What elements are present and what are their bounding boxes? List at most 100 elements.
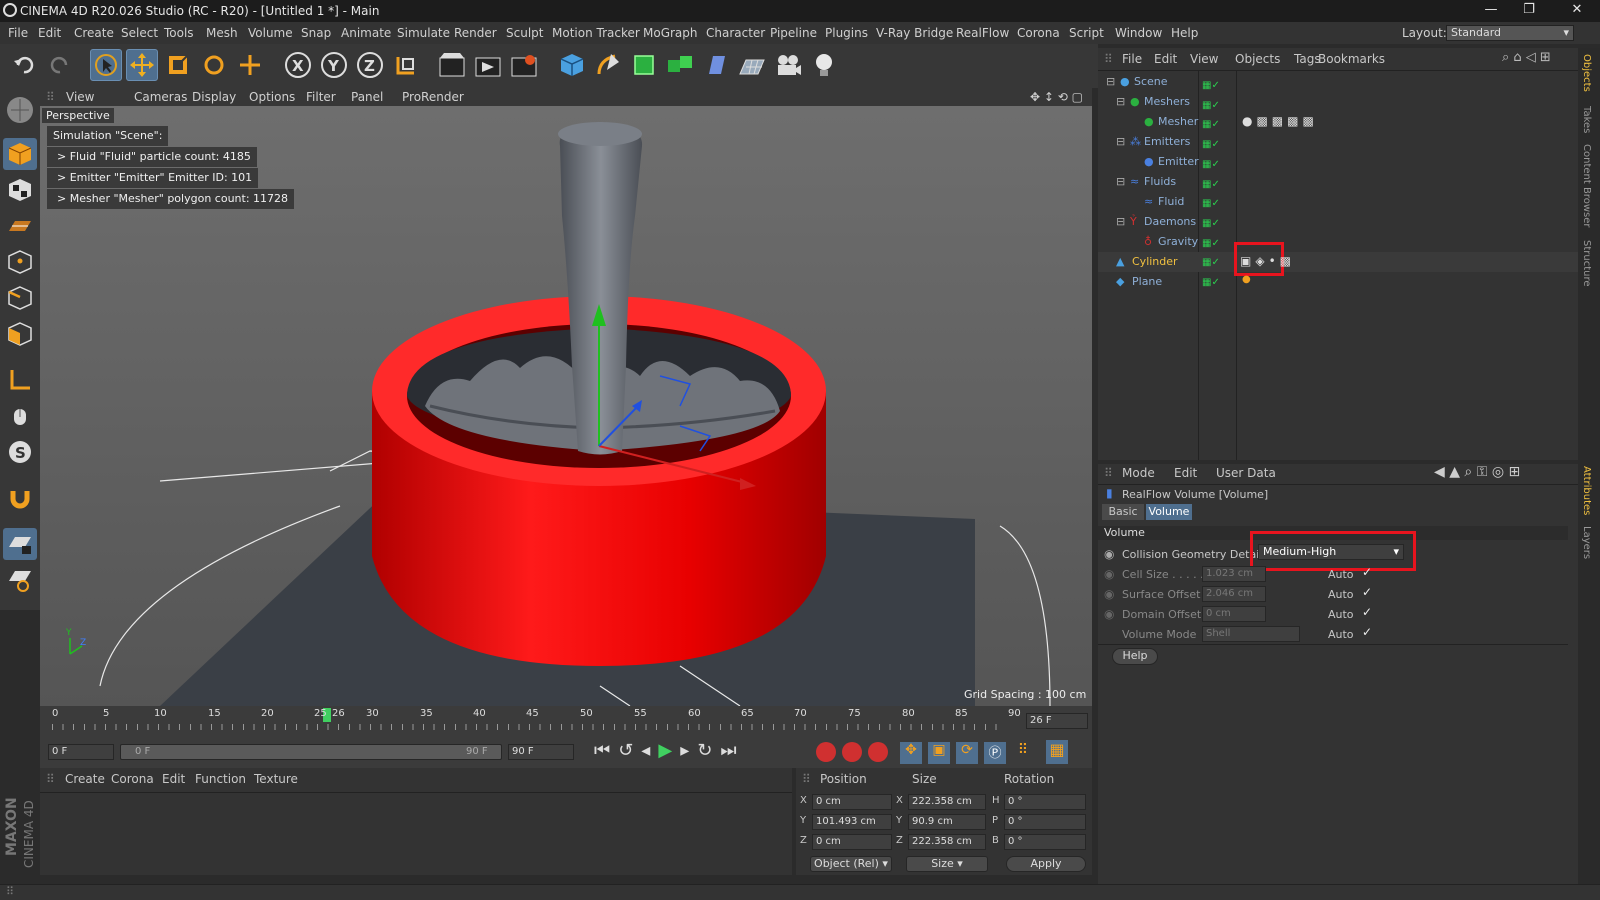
animate-radio-icon[interactable]: ◉ (1104, 567, 1114, 581)
menu-file[interactable]: File (8, 26, 28, 40)
tree-row-gravity[interactable]: ♁ Gravity (1098, 232, 1578, 252)
position-track-icon[interactable]: ✥ (900, 742, 922, 764)
menu-select[interactable]: Select (121, 26, 158, 40)
vtab-takes[interactable]: Takes (1581, 106, 1592, 133)
tree-row-emitters[interactable]: ⊟ ⁂ Emitters (1098, 132, 1578, 152)
solo-icon[interactable]: S (3, 436, 37, 468)
size-z-field[interactable]: 222.358 cm (908, 834, 986, 850)
mat-menu-edit[interactable]: Edit (162, 772, 185, 786)
rotation-track-icon[interactable]: ⟳ (956, 742, 978, 764)
rotate-icon[interactable] (198, 49, 230, 81)
mat-menu-create[interactable]: Create (65, 772, 105, 786)
cloner-icon[interactable] (664, 49, 696, 81)
menu-pipeline[interactable]: Pipeline (770, 26, 817, 40)
vp-menu-prorender[interactable]: ProRender (402, 90, 464, 104)
make-editable-icon[interactable] (3, 94, 37, 126)
menu-window[interactable]: Window (1115, 26, 1162, 40)
menu-motion-tracker[interactable]: Motion Tracker (552, 26, 640, 40)
tab-volume[interactable]: Volume (1146, 504, 1192, 520)
vp-menu-options[interactable]: Options (249, 90, 295, 104)
tweak-mode-icon[interactable] (3, 400, 37, 432)
x-axis-icon[interactable]: X (282, 49, 314, 81)
size-mode-dropdown[interactable]: Size ▾ (906, 856, 988, 872)
close-icon[interactable]: ✕ (1562, 2, 1592, 17)
coord-mode-dropdown[interactable]: Object (Rel) ▾ (810, 856, 892, 872)
menu-snap[interactable]: Snap (301, 26, 331, 40)
tree-row-daemons[interactable]: ⊟ Ỷ Daemons (1098, 212, 1578, 232)
menu-sculpt[interactable]: Sculpt (506, 26, 543, 40)
tree-row-fluids[interactable]: ⊟ ≈ Fluids (1098, 172, 1578, 192)
tree-row-cylinder[interactable]: ▲ Cylinder (1098, 252, 1578, 272)
domain-offset-field[interactable]: 0 cm (1202, 606, 1266, 622)
previous-key-icon[interactable]: ↺ (618, 740, 641, 761)
transform-icon[interactable] (234, 49, 266, 81)
attr-menu-edit[interactable]: Edit (1174, 466, 1197, 480)
menu-realflow[interactable]: RealFlow (956, 26, 1009, 40)
vtab-structure[interactable]: Structure (1581, 240, 1592, 287)
obj-menu-objects[interactable]: Objects (1235, 52, 1280, 66)
position-y-field[interactable]: 101.493 cm (812, 814, 892, 830)
cell-size-field[interactable]: 1.023 cm (1202, 566, 1266, 582)
menu-volume[interactable]: Volume (248, 26, 293, 40)
undo-icon[interactable] (8, 49, 40, 81)
rotation-b-field[interactable]: 0 ° (1004, 834, 1086, 850)
vtab-layers[interactable]: Layers (1581, 526, 1592, 559)
render-settings-icon[interactable] (508, 49, 540, 81)
pen-spline-icon[interactable] (592, 49, 624, 81)
size-y-field[interactable]: 90.9 cm (908, 814, 986, 830)
volume-mode-auto-check[interactable]: ✓ (1362, 625, 1372, 639)
go-to-start-icon[interactable]: ⏮ (594, 740, 618, 761)
next-key-icon[interactable]: ↻ (697, 740, 720, 761)
attr-menu-user-data[interactable]: User Data (1216, 466, 1276, 480)
size-x-field[interactable]: 222.358 cm (908, 794, 986, 810)
obj-menu-view[interactable]: View (1190, 52, 1218, 66)
autokey-icon[interactable] (842, 742, 862, 762)
plane-tag-icon[interactable]: ● (1242, 274, 1251, 285)
mat-menu-function[interactable]: Function (195, 772, 246, 786)
workplane-mode-icon[interactable] (3, 210, 37, 242)
end-frame-field[interactable]: 90 F (508, 744, 574, 760)
y-axis-icon[interactable]: Y (318, 49, 350, 81)
axis-mode-icon[interactable] (3, 364, 37, 396)
visibility-checks[interactable]: ▦✓ ▦✓ ▦✓ ▦✓ ▦✓ ▦✓ ▦✓ ▦✓ ▦✓ ▦✓ ▦✓ (1202, 76, 1232, 293)
tree-row-mesher[interactable]: ● Mesher (1098, 112, 1578, 132)
help-button[interactable]: Help (1112, 648, 1158, 665)
play-icon[interactable]: ▶ (658, 740, 680, 761)
timeline-ruler[interactable]: 0 5 10 15 20 25 26 30 35 40 45 50 55 60 … (40, 706, 1092, 736)
mesher-tags[interactable]: ●▩▩▩▩ (1242, 114, 1318, 128)
live-selection-icon[interactable] (90, 49, 122, 81)
menu-render[interactable]: Render (454, 26, 497, 40)
perspective-label[interactable]: Perspective (42, 108, 114, 123)
layout-dropdown[interactable]: Standard ▾ (1446, 25, 1574, 41)
vtab-attributes[interactable]: Attributes (1581, 466, 1592, 515)
tree-row-scene[interactable]: ⊟ ● Scene (1098, 72, 1578, 92)
animate-radio-icon[interactable]: ◉ (1104, 607, 1114, 621)
polygons-mode-icon[interactable] (3, 318, 37, 350)
viewport-navigation-icon[interactable]: ✥ ↕ ⟲ ▢ (1030, 90, 1083, 104)
vp-menu-display[interactable]: Display (192, 90, 236, 104)
timeline-mode-icon[interactable]: ▦ (1046, 740, 1068, 764)
parameter-track-icon[interactable]: Ⓟ (984, 742, 1006, 764)
menu-character[interactable]: Character (706, 26, 765, 40)
coordinate-system-icon[interactable] (390, 49, 422, 81)
mat-menu-texture[interactable]: Texture (254, 772, 298, 786)
surface-offset-field[interactable]: 2.046 cm (1202, 586, 1266, 602)
vp-menu-filter[interactable]: Filter (306, 90, 336, 104)
animate-radio-icon[interactable]: ◉ (1104, 547, 1114, 561)
minimize-icon[interactable]: — (1476, 2, 1506, 17)
keyframe-selection-icon[interactable] (868, 742, 888, 762)
rotation-h-field[interactable]: 0 ° (1004, 794, 1086, 810)
workplane-lock-icon[interactable] (3, 528, 37, 560)
object-toolbar-icons[interactable]: ⌕ ⌂ ◁ ⊞ (1502, 50, 1551, 65)
z-axis-icon[interactable]: Z (354, 49, 386, 81)
floor-icon[interactable] (736, 49, 768, 81)
menu-script[interactable]: Script (1069, 26, 1104, 40)
tab-basic[interactable]: Basic (1102, 504, 1144, 520)
menu-simulate[interactable]: Simulate (397, 26, 450, 40)
points-mode-icon[interactable] (3, 246, 37, 278)
light-icon[interactable] (808, 49, 840, 81)
record-active-icon[interactable] (816, 742, 836, 762)
current-frame-field[interactable]: 26 F (1026, 713, 1088, 729)
menu-mograph[interactable]: MoGraph (643, 26, 698, 40)
camera-icon[interactable] (772, 49, 804, 81)
